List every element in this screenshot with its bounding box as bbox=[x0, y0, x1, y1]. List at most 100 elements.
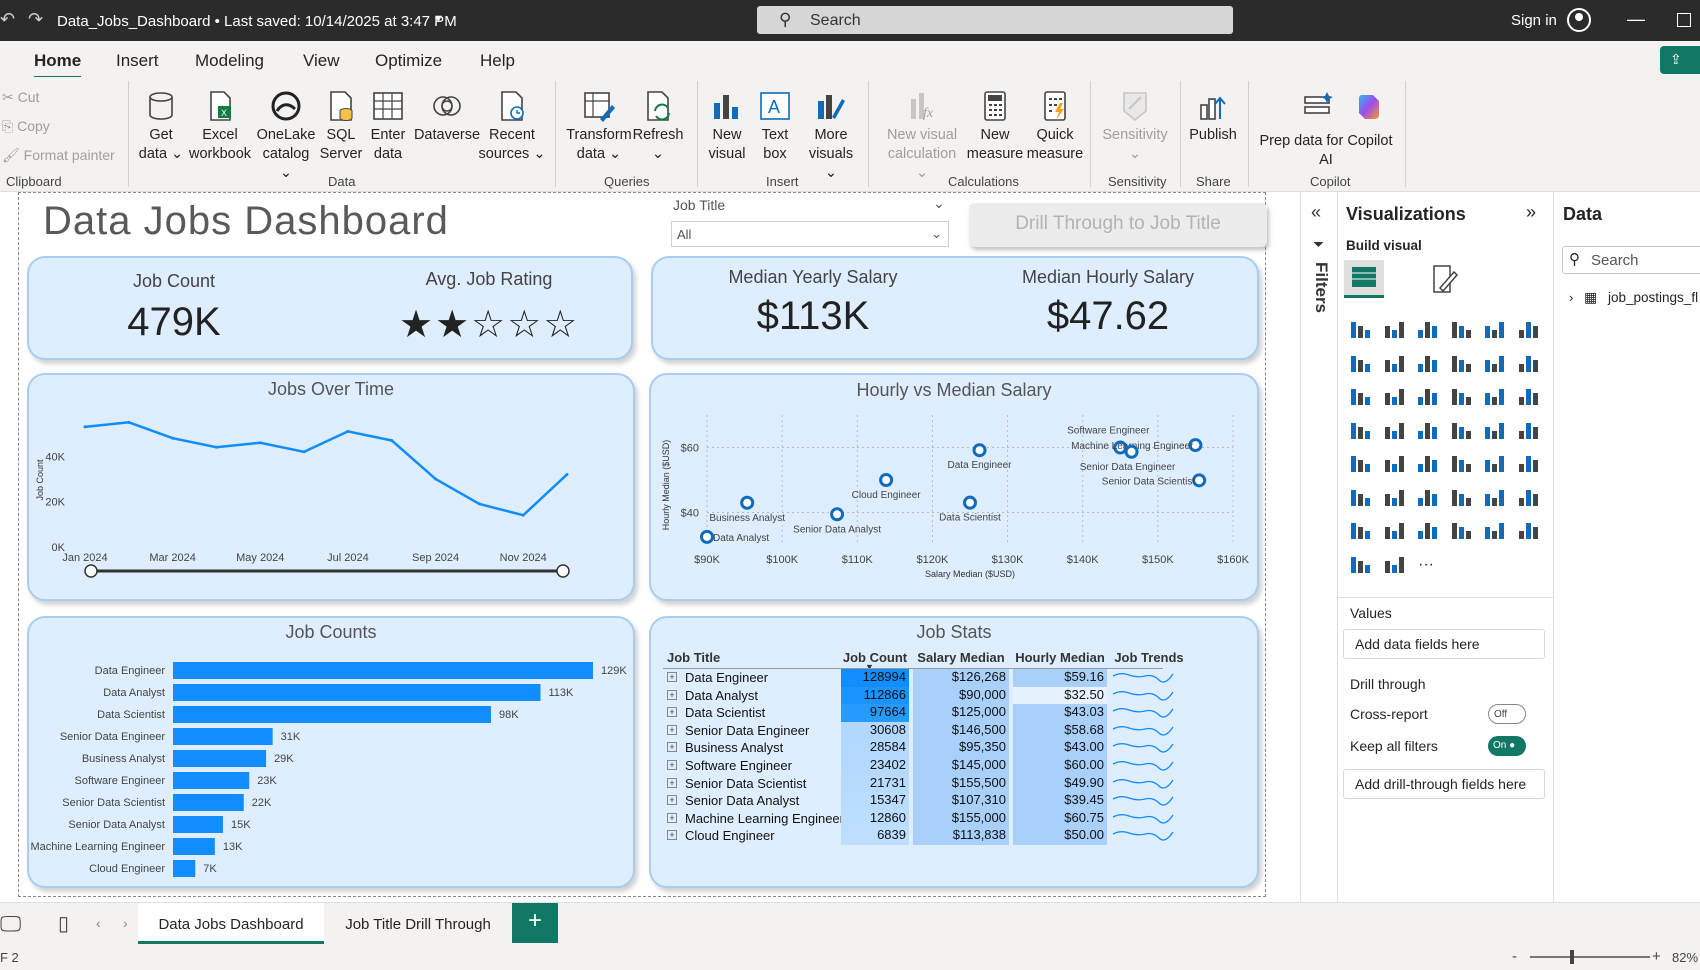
custom-icon[interactable] bbox=[1516, 517, 1540, 541]
undo-icon[interactable]: ↶ bbox=[0, 9, 15, 30]
scatter-icon[interactable] bbox=[1449, 383, 1473, 407]
decomposition-tree-icon[interactable] bbox=[1415, 484, 1439, 508]
100-column-icon[interactable] bbox=[1516, 316, 1540, 340]
share-button[interactable]: ⇪ bbox=[1660, 46, 1700, 74]
quick-measure-button[interactable]: Quick measure bbox=[1026, 89, 1084, 164]
zoom-slider[interactable] bbox=[1530, 956, 1650, 958]
add-drill-through-well[interactable]: Add drill-through fields here bbox=[1343, 769, 1545, 799]
quick-create-icon[interactable] bbox=[1482, 517, 1506, 541]
new-visual-button[interactable]: New visual bbox=[702, 89, 752, 164]
waterfall-icon[interactable] bbox=[1482, 350, 1506, 374]
donut-icon[interactable] bbox=[1516, 383, 1540, 407]
copy-button[interactable]: ⎘ Copy bbox=[2, 118, 50, 135]
data-search-input[interactable]: ⚲ Search bbox=[1562, 246, 1700, 274]
sign-in-link[interactable]: Sign in bbox=[1511, 12, 1557, 29]
r-visual-icon[interactable] bbox=[1516, 450, 1540, 474]
new-measure-button[interactable]: New measure bbox=[966, 89, 1024, 164]
page-tab-drill-through[interactable]: Job Title Drill Through bbox=[330, 903, 506, 945]
mobile-view-icon[interactable]: ▯ bbox=[58, 911, 69, 936]
chevron-right-icon[interactable]: › bbox=[1569, 290, 1573, 305]
salary-scatter-card[interactable]: Hourly vs Median Salary $40 $60 $90K $100K $… bbox=[649, 373, 1259, 601]
keep-filters-toggle[interactable]: On ● bbox=[1488, 736, 1526, 756]
zoom-in-icon[interactable]: + bbox=[1652, 948, 1661, 965]
gauge-icon[interactable] bbox=[1482, 417, 1506, 441]
redo-icon[interactable]: ↷ bbox=[28, 9, 43, 30]
clustered-bar-icon[interactable] bbox=[1415, 316, 1439, 340]
drill-through-button[interactable]: Drill Through to Job Title bbox=[969, 203, 1267, 247]
format-visual-tab[interactable] bbox=[1428, 262, 1464, 296]
tab-modeling[interactable]: Modeling bbox=[195, 51, 264, 71]
fabric-icon[interactable] bbox=[1348, 551, 1372, 575]
more-visuals-button[interactable]: More visuals ⌄ bbox=[802, 89, 860, 183]
python-visual-icon[interactable] bbox=[1348, 484, 1372, 508]
funnel-icon[interactable] bbox=[1415, 383, 1439, 407]
prep-data-copilot-button[interactable]: Prep data for Copilot AI bbox=[1256, 89, 1396, 170]
trophy-icon[interactable] bbox=[1516, 484, 1540, 508]
ribbon-icon[interactable] bbox=[1449, 350, 1473, 374]
sql-server-button[interactable]: SQL Server bbox=[318, 89, 364, 164]
maximize-icon[interactable] bbox=[1677, 13, 1691, 27]
publish-button[interactable]: Publish bbox=[1186, 89, 1240, 145]
next-page-icon[interactable]: › bbox=[123, 915, 128, 931]
recent-sources-button[interactable]: Recent sources ⌄ bbox=[478, 89, 546, 164]
table-icon[interactable] bbox=[1449, 450, 1473, 474]
kpi-card-jobs[interactable]: Job Count 479K Avg. Job Rating ★★☆☆☆ bbox=[27, 256, 633, 360]
job-title-slicer[interactable]: All ⌄ bbox=[671, 221, 949, 247]
stacked-column-icon[interactable] bbox=[1382, 316, 1406, 340]
account-icon[interactable] bbox=[1567, 8, 1591, 32]
desktop-view-icon[interactable]: 🖵 bbox=[0, 911, 21, 937]
filters-pane[interactable]: « ⏷ Filters bbox=[1300, 192, 1337, 902]
dataverse-button[interactable]: Dataverse bbox=[410, 89, 484, 145]
zoom-out-icon[interactable]: - bbox=[1512, 948, 1517, 965]
100-bar-icon[interactable] bbox=[1482, 316, 1506, 340]
jobs-over-time-card[interactable]: Jobs Over Time 0K 20K 40K Job Count Jan 2024… bbox=[27, 373, 635, 601]
search-box[interactable]: ⚲ Search bbox=[757, 6, 1233, 34]
multi-row-card-icon[interactable] bbox=[1348, 450, 1372, 474]
tab-home[interactable]: Home bbox=[34, 51, 82, 79]
treemap-icon[interactable] bbox=[1348, 417, 1372, 441]
sensitivity-button[interactable]: Sensitivity ⌄ bbox=[1096, 89, 1174, 164]
get-data-button[interactable]: Get data ⌄ bbox=[136, 89, 186, 164]
power-apps-icon[interactable] bbox=[1415, 517, 1439, 541]
tab-optimize[interactable]: Optimize bbox=[375, 51, 442, 71]
expand-icon[interactable]: » bbox=[1526, 202, 1536, 223]
tab-view[interactable]: View bbox=[303, 51, 340, 71]
minimize-icon[interactable]: — bbox=[1627, 9, 1645, 30]
line-stacked-icon[interactable] bbox=[1382, 383, 1406, 407]
collapse-icon[interactable]: « bbox=[1311, 202, 1321, 223]
line-icon[interactable] bbox=[1348, 350, 1372, 374]
line-column-icon[interactable] bbox=[1348, 383, 1372, 407]
key-influencers-icon[interactable] bbox=[1382, 484, 1406, 508]
azure-map-icon[interactable] bbox=[1449, 417, 1473, 441]
build-visual-tab[interactable] bbox=[1344, 260, 1384, 298]
qa-icon[interactable] bbox=[1449, 484, 1473, 508]
kpi-card-salary[interactable]: Median Yearly Salary $113K Median Hourly… bbox=[651, 256, 1259, 360]
more-visuals-ellipsis[interactable]: ··· bbox=[1418, 556, 1434, 574]
page-tab-dashboard[interactable]: Data Jobs Dashboard bbox=[138, 903, 324, 945]
file-title[interactable]: Data_Jobs_Dashboard • Last saved: 10/14/… bbox=[57, 13, 457, 30]
job-counts-card[interactable]: Job Counts Data Engineer 129K Data Analyst… bbox=[27, 616, 635, 888]
metrics-icon[interactable] bbox=[1382, 517, 1406, 541]
excel-button[interactable]: X Excel workbook bbox=[184, 89, 256, 164]
new-visual-calculation-button[interactable]: fx New visual calculation ⌄ bbox=[880, 89, 964, 183]
area-icon[interactable] bbox=[1382, 350, 1406, 374]
smart-narrative-icon[interactable] bbox=[1482, 484, 1506, 508]
card-icon[interactable] bbox=[1516, 417, 1540, 441]
prev-page-icon[interactable]: ‹ bbox=[96, 915, 101, 931]
transform-data-button[interactable]: Transform data ⌄ bbox=[564, 89, 634, 164]
arrow-icon[interactable] bbox=[1382, 551, 1406, 575]
chevron-down-icon[interactable]: ⌄ bbox=[933, 195, 945, 212]
zoom-slider-thumb[interactable] bbox=[1570, 950, 1574, 964]
enter-data-button[interactable]: Enter data bbox=[366, 89, 410, 164]
funnel-col-icon[interactable] bbox=[1516, 350, 1540, 374]
stacked-area-icon[interactable] bbox=[1415, 350, 1439, 374]
matrix-icon[interactable] bbox=[1482, 450, 1506, 474]
map-icon[interactable] bbox=[1382, 417, 1406, 441]
refresh-button[interactable]: Refresh ⌄ bbox=[632, 89, 684, 164]
paginated-icon[interactable] bbox=[1348, 517, 1372, 541]
add-data-fields-well[interactable]: Add data fields here bbox=[1343, 629, 1545, 659]
cross-report-toggle[interactable]: Off bbox=[1488, 704, 1526, 724]
onelake-button[interactable]: OneLake catalog ⌄ bbox=[256, 89, 316, 183]
slicer-icon[interactable] bbox=[1415, 450, 1439, 474]
power-automate-icon[interactable] bbox=[1449, 517, 1473, 541]
